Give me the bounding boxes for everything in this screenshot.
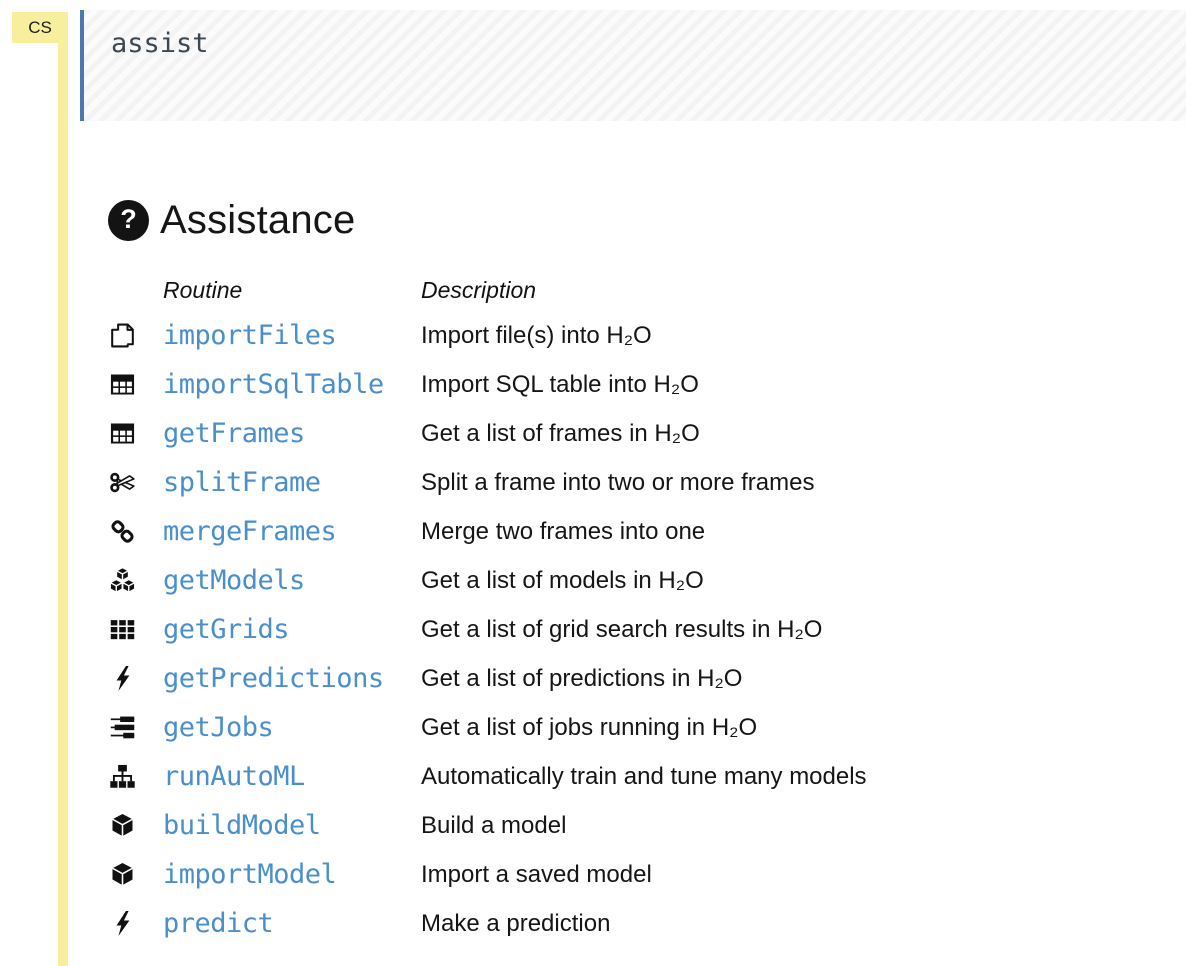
routine-description: Import a saved model [421, 860, 652, 888]
routine-link[interactable]: getModels [163, 565, 421, 596]
routine-link[interactable]: mergeFrames [163, 516, 421, 547]
table-header-row: Routine Description [108, 269, 1166, 311]
table-row: importSqlTable Import SQL table into H₂O [108, 360, 1166, 409]
routine-link[interactable]: getFrames [163, 418, 421, 449]
cell-output: ? Assistance Routine Description importF… [108, 198, 1166, 948]
cell-type-badge: CS [12, 12, 68, 43]
routine-link[interactable]: getGrids [163, 614, 421, 645]
routine-link[interactable]: getPredictions [163, 663, 421, 694]
table-row: buildModel Build a model [108, 801, 1166, 850]
table-row: getFrames Get a list of frames in H₂O [108, 409, 1166, 458]
link-icon [108, 519, 136, 544]
code-input[interactable]: assist [84, 10, 1186, 59]
routine-description: Build a model [421, 811, 567, 839]
routine-description: Get a list of models in H₂O [421, 566, 704, 594]
routine-link[interactable]: buildModel [163, 810, 421, 841]
routine-link[interactable]: importSqlTable [163, 369, 421, 400]
table-row: importFiles Import file(s) into H₂O [108, 311, 1166, 360]
routine-description: Get a list of jobs running in H₂O [421, 713, 758, 741]
table-row: runAutoML Automatically train and tune m… [108, 752, 1166, 801]
routine-link[interactable]: runAutoML [163, 761, 421, 792]
routine-description: Get a list of predictions in H₂O [421, 664, 743, 692]
table-row: mergeFrames Merge two frames into one [108, 507, 1166, 556]
table-icon [108, 372, 136, 397]
column-header-routine: Routine [163, 276, 243, 303]
routine-description: Get a list of frames in H₂O [421, 419, 700, 447]
question-circle-icon: ? [108, 200, 149, 241]
table-row: getGrids Get a list of grid search resul… [108, 605, 1166, 654]
routine-link[interactable]: splitFrame [163, 467, 421, 498]
cell-type-label: CS [28, 17, 52, 37]
table-row: predict Make a prediction [108, 899, 1166, 948]
table-row: getJobs Get a list of jobs running in H₂… [108, 703, 1166, 752]
table-row: importModel Import a saved model [108, 850, 1166, 899]
cube-icon [108, 813, 136, 838]
code-cell[interactable]: assist [80, 10, 1186, 121]
grid-icon [108, 617, 136, 642]
table-row: splitFrame Split a frame into two or mor… [108, 458, 1166, 507]
copy-icon [108, 323, 136, 348]
routine-description: Automatically train and tune many models [421, 762, 867, 790]
scissors-icon [108, 470, 136, 495]
routine-description: Make a prediction [421, 909, 611, 937]
bolt-icon [108, 911, 136, 936]
routine-link[interactable]: predict [163, 908, 421, 939]
tasks-icon [108, 715, 136, 740]
routine-link[interactable]: getJobs [163, 712, 421, 743]
sitemap-icon [108, 764, 136, 789]
cube-icon [108, 862, 136, 887]
routine-link[interactable]: importFiles [163, 320, 421, 351]
routine-description: Import file(s) into H₂O [421, 321, 652, 349]
routine-description: Split a frame into two or more frames [421, 468, 815, 496]
table-row: getPredictions Get a list of predictions… [108, 654, 1166, 703]
page-title: Assistance [160, 198, 356, 242]
table-row: getModels Get a list of models in H₂O [108, 556, 1166, 605]
assistance-heading: ? Assistance [108, 198, 1166, 243]
routine-description: Merge two frames into one [421, 517, 706, 545]
column-header-description: Description [421, 276, 537, 303]
cell-gutter-stripe [58, 12, 68, 966]
table-icon [108, 421, 136, 446]
cubes-icon [108, 568, 136, 593]
routine-description: Import SQL table into H₂O [421, 370, 699, 398]
routine-description: Get a list of grid search results in H₂O [421, 615, 823, 643]
bolt-icon [108, 666, 136, 691]
assist-table: Routine Description importFiles Import f… [108, 269, 1166, 948]
routine-link[interactable]: importModel [163, 859, 421, 890]
table-body: importFiles Import file(s) into H₂O impo… [108, 311, 1166, 948]
